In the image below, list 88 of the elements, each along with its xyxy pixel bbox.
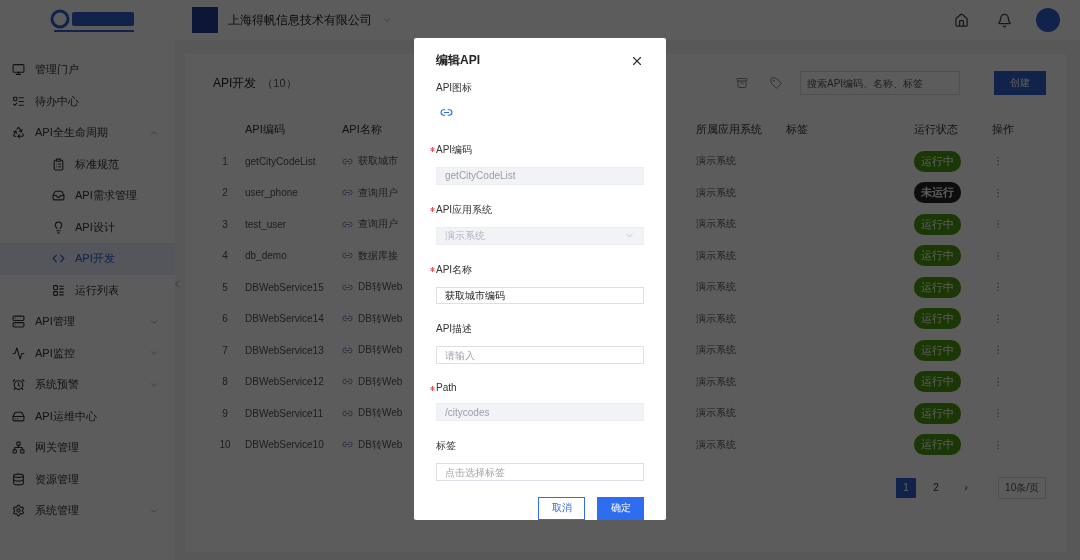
page-title: API开发	[213, 74, 257, 92]
database-icon	[12, 472, 25, 486]
column-header: 标签	[786, 122, 809, 138]
status-badge: 运行中	[914, 150, 961, 172]
sidebar-item[interactable]: API监控	[0, 337, 175, 369]
table-cell-text: 5	[221, 281, 229, 293]
table-cell-text: DBWebService10	[245, 439, 325, 451]
settings-icon	[12, 504, 25, 518]
drive-icon	[12, 409, 25, 423]
status-badge: 运行中	[914, 402, 961, 424]
table-cell-text: 6	[221, 313, 229, 325]
sidebar-item[interactable]: API开发	[0, 243, 175, 275]
home-icon[interactable]	[954, 12, 969, 28]
table-cell-text: 7	[221, 344, 229, 356]
sidebar-item[interactable]: API管理	[0, 306, 175, 338]
status-badge: 运行中	[914, 276, 961, 298]
field-label: API应用系统	[436, 202, 493, 217]
sidebar-item[interactable]: API运维中心	[0, 400, 175, 432]
sidebar-item[interactable]: 系统预警	[0, 369, 175, 401]
sidebar-item[interactable]: 标准规范	[0, 148, 175, 180]
tag-icon[interactable]	[770, 77, 782, 89]
sidebar-item[interactable]: 系统管理	[0, 495, 175, 527]
recycle-icon	[12, 126, 25, 140]
inbox-icon	[52, 189, 65, 203]
table-cell-text: DBWebService13	[245, 344, 325, 356]
monitor-icon	[12, 63, 25, 77]
sidebar-item[interactable]: 待办中心	[0, 85, 175, 117]
table-cell-text: 1	[221, 155, 229, 167]
avatar[interactable]	[1036, 8, 1060, 32]
brand-icon	[192, 7, 218, 33]
table-cell-text: 2	[221, 187, 229, 199]
confirm-button[interactable]: 确定	[597, 496, 644, 520]
table-cell-text: user_phone	[245, 187, 299, 199]
sidebar-item[interactable]: API需求管理	[0, 180, 175, 212]
list-icon	[12, 94, 25, 108]
count-label: （10）	[262, 75, 297, 91]
table-cell-text: 8	[221, 376, 229, 388]
input-field[interactable]: 点击选择标签	[436, 463, 644, 481]
page-button[interactable]: 1	[896, 477, 917, 498]
sidebar-item[interactable]: 管理门户	[0, 54, 175, 86]
link-icon[interactable]	[440, 106, 453, 119]
column-header: 操作	[992, 122, 1015, 138]
table-cell-text: DBWebService11	[245, 407, 324, 419]
field-label: API图标	[436, 81, 473, 95]
status-badge: 运行中	[914, 434, 961, 456]
column-header: API编码	[245, 122, 286, 138]
field-label: 标签	[436, 439, 456, 454]
dialog-title: 编辑API	[436, 52, 480, 69]
table-cell-text: db_demo	[245, 250, 288, 262]
table-cell-text: getCityCodeList	[245, 155, 317, 167]
sidebar-item[interactable]: API设计	[0, 211, 175, 243]
archive-icon[interactable]	[736, 77, 748, 89]
table-cell-text: 4	[221, 250, 229, 262]
status-badge: 运行中	[914, 308, 961, 330]
table-cell-text: 3	[221, 218, 229, 230]
network-icon	[12, 441, 25, 455]
status-badge: 运行中	[914, 245, 961, 267]
table-cell-text: DBWebService15	[245, 281, 325, 293]
activity-icon	[12, 346, 25, 360]
column-header: 所属应用系统	[696, 122, 763, 138]
field-label: API描述	[436, 322, 473, 337]
cancel-button[interactable]: 取消	[538, 496, 585, 520]
clipboard-icon	[52, 157, 65, 171]
input-field[interactable]: 获取城市编码	[436, 286, 644, 305]
status-badge: 运行中	[914, 213, 961, 235]
next-page-button[interactable]: ›	[956, 477, 977, 498]
field-label: API编码	[436, 143, 473, 157]
page-button[interactable]: 2	[926, 477, 947, 498]
server-icon	[12, 315, 25, 329]
column-header: 运行状态	[914, 122, 959, 138]
status-badge: 运行中	[914, 371, 961, 393]
table-cell-text: 10	[218, 439, 232, 451]
field-label: API名称	[436, 262, 473, 277]
sidebar-item[interactable]: 资源管理	[0, 463, 175, 495]
table-cell-text: DBWebService12	[245, 376, 325, 388]
alarm-icon	[12, 378, 25, 392]
table-cell-text: DBWebService14	[245, 313, 325, 325]
status-badge: 未运行	[914, 182, 961, 204]
column-header: API名称	[342, 122, 383, 138]
table-cell-text: test_user	[245, 218, 288, 230]
status-badge: 运行中	[914, 339, 961, 361]
field-label: Path	[436, 382, 457, 394]
lightbulb-icon	[52, 220, 65, 234]
sidebar-item[interactable]: 网关管理	[0, 432, 175, 464]
list-icon	[52, 283, 65, 297]
input-field[interactable]: 请输入	[436, 346, 644, 365]
bell-icon[interactable]	[997, 12, 1012, 28]
sidebar-item[interactable]: API全生命周期	[0, 117, 175, 149]
